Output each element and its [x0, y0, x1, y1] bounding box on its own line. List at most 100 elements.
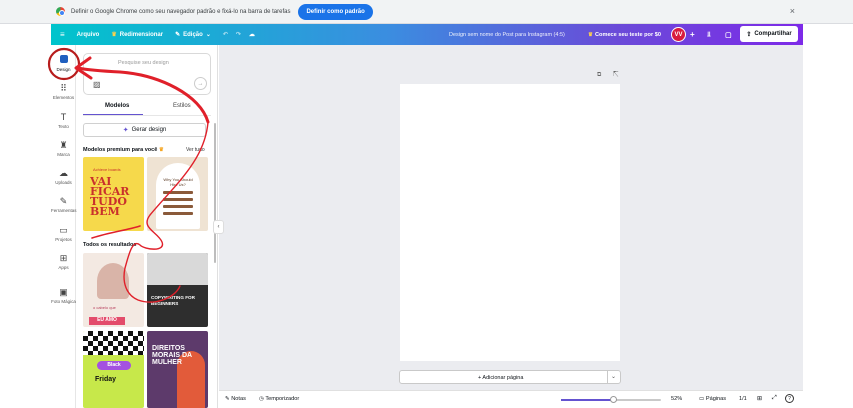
template-text: EU AMO	[89, 317, 125, 325]
zoom-level[interactable]: 52%	[671, 396, 682, 402]
design-panel: Pesquise seu design ▨ → Modelos Estilos …	[77, 45, 218, 408]
divider	[83, 115, 211, 116]
template-photo	[147, 253, 208, 285]
rail-item-uploads[interactable]: ☁ Uploads	[51, 168, 76, 185]
template-text: Black	[97, 361, 131, 370]
design-title[interactable]: Design sem nome do Post para Instagram (…	[449, 32, 565, 38]
canvas-area: ⧉ ⇱ + Adicionar página ⌄	[219, 45, 803, 390]
close-icon[interactable]: ×	[790, 6, 795, 16]
undo-icon[interactable]: ↶	[223, 31, 228, 38]
chevron-down-icon[interactable]: ⌄	[611, 373, 616, 380]
generate-design-button[interactable]: ✦ Gerar design	[83, 123, 206, 137]
crown-icon: ♛	[158, 147, 164, 153]
infobar-message: Definir o Google Chrome como seu navegad…	[71, 8, 291, 15]
comment-icon[interactable]: ▢	[725, 31, 732, 39]
insights-icon[interactable]: ⫫	[707, 31, 711, 39]
tab-styles[interactable]: Estilos	[173, 103, 191, 109]
rail-item-design[interactable]: Design	[51, 55, 76, 72]
panel-tabs: Modelos Estilos	[83, 101, 211, 116]
rail-label: Elementos	[52, 95, 75, 100]
edit-menu[interactable]: ✎ Edição ⌄	[175, 31, 211, 39]
edit-label: Edição	[183, 31, 203, 38]
editor-toolbar: ≡ Arquivo ♛ Redimensionar ✎ Edição ⌄ ↶ ↷ ☁ …	[51, 24, 803, 45]
rail-label: Uploads	[55, 180, 72, 185]
rail-label: Marca	[57, 152, 70, 157]
pages-button[interactable]: ▭ Páginas	[699, 396, 726, 402]
cloud-upload-icon: ☁	[59, 168, 68, 178]
share-icon: ⇪	[746, 31, 752, 38]
fullscreen-icon[interactable]: ⤢	[772, 395, 777, 402]
pages-icon: ▭	[699, 396, 705, 402]
rail-label: Foto Mágica	[51, 299, 76, 304]
panel-scrollbar[interactable]	[214, 123, 216, 263]
see-all-link[interactable]: Ver tudo	[186, 147, 205, 153]
resize-label: Redimensionar	[119, 31, 164, 38]
elements-icon: ⠿	[60, 83, 67, 93]
file-menu[interactable]: Arquivo	[77, 32, 100, 38]
timer-icon: ◷	[259, 396, 264, 402]
page-tools[interactable]: ⧉ ⇱	[597, 72, 624, 79]
add-page-button[interactable]: + Adicionar página ⌄	[399, 370, 621, 384]
tab-models[interactable]: Modelos	[105, 103, 129, 109]
folder-icon: ▭	[59, 225, 68, 235]
notes-icon: ✎	[225, 396, 230, 402]
sparkle-icon: ✦	[122, 127, 129, 134]
template-pattern	[83, 331, 144, 355]
zoom-slider-handle[interactable]	[610, 396, 617, 403]
template-thumbnail[interactable]: Black Friday	[83, 331, 144, 408]
template-thumbnail[interactable]: o cabelo que EU AMO	[83, 253, 144, 327]
template-text: o cabelo que	[93, 305, 116, 310]
chrome-infobar: Definir o Google Chrome como seu navegad…	[0, 0, 853, 24]
menu-icon[interactable]: ≡	[60, 30, 65, 39]
rail-item-apps[interactable]: ⊞ Apps	[51, 253, 76, 270]
rail-item-brand[interactable]: ♜ Marca	[51, 140, 76, 157]
arrow-right-icon[interactable]: →	[194, 77, 207, 90]
premium-section-title: Modelos premium para você ♛	[83, 147, 164, 153]
pencil-icon: ✎	[175, 32, 181, 38]
rail-item-text[interactable]: T Texto	[51, 112, 76, 129]
timer-button[interactable]: ◷ Temporizador	[259, 396, 299, 402]
image-search-icon[interactable]: ▨	[93, 80, 101, 89]
template-text: Friday	[95, 376, 117, 383]
add-page-label: + Adicionar página	[478, 375, 524, 381]
template-thumbnail[interactable]: COPYWRITING FOR BEGINNERS	[147, 253, 208, 327]
crown-icon: ♛	[111, 32, 117, 38]
design-page[interactable]	[400, 84, 620, 361]
share-button[interactable]: ⇪ Compartilhar	[740, 26, 798, 42]
rail-label: Projetos	[55, 237, 72, 242]
collapse-panel-button[interactable]: ‹	[213, 220, 224, 234]
grid-view-icon[interactable]: ⊞	[757, 395, 762, 402]
design-icon	[51, 55, 76, 65]
divider	[607, 371, 608, 383]
timer-label: Temporizador	[265, 396, 300, 402]
template-arch	[156, 163, 200, 229]
premium-title-text: Modelos premium para você	[83, 147, 158, 153]
rail-item-elements[interactable]: ⠿ Elementos	[51, 83, 76, 100]
template-thumbnail[interactable]: Achieve boards VAI FICAR TUDO BEM	[83, 157, 144, 231]
search-box[interactable]: Pesquise seu design ▨ →	[83, 53, 211, 95]
template-text: Achieve boards	[93, 167, 121, 172]
redo-icon[interactable]: ↷	[236, 31, 241, 38]
rail-item-tools[interactable]: ✎ Ferramentas	[51, 196, 77, 213]
cloud-save-icon[interactable]: ☁	[249, 31, 255, 38]
template-thumbnail[interactable]: Why You Should Hire Us?	[147, 157, 208, 231]
all-results-title: Todos os resultados	[83, 242, 137, 248]
zoom-slider-fill	[561, 399, 613, 401]
add-collaborator-icon[interactable]: +	[690, 30, 695, 39]
search-input[interactable]: Pesquise seu design	[118, 60, 169, 66]
rail-item-magic-photo[interactable]: ▣ Foto Mágica	[51, 287, 76, 304]
rail-label: Design	[56, 67, 71, 72]
template-photo	[97, 263, 129, 299]
notes-button[interactable]: ✎ Notas	[225, 396, 246, 402]
help-button[interactable]: ?	[785, 394, 794, 403]
rail-label: Apps	[58, 265, 69, 270]
rail-item-projects[interactable]: ▭ Projetos	[51, 225, 76, 242]
avatar[interactable]: VV	[671, 27, 686, 42]
page-count: 1/1	[739, 396, 747, 402]
start-trial-button[interactable]: ♛ Comece seu teste por $0	[588, 32, 661, 38]
magic-photo-icon: ▣	[59, 287, 68, 297]
set-default-button[interactable]: Definir como padrão	[298, 3, 373, 20]
template-thumbnail[interactable]: DIREITOS MORAIS DA MULHER	[147, 331, 208, 408]
generate-label: Gerar design	[131, 127, 167, 133]
resize-button[interactable]: ♛ Redimensionar	[111, 31, 164, 39]
